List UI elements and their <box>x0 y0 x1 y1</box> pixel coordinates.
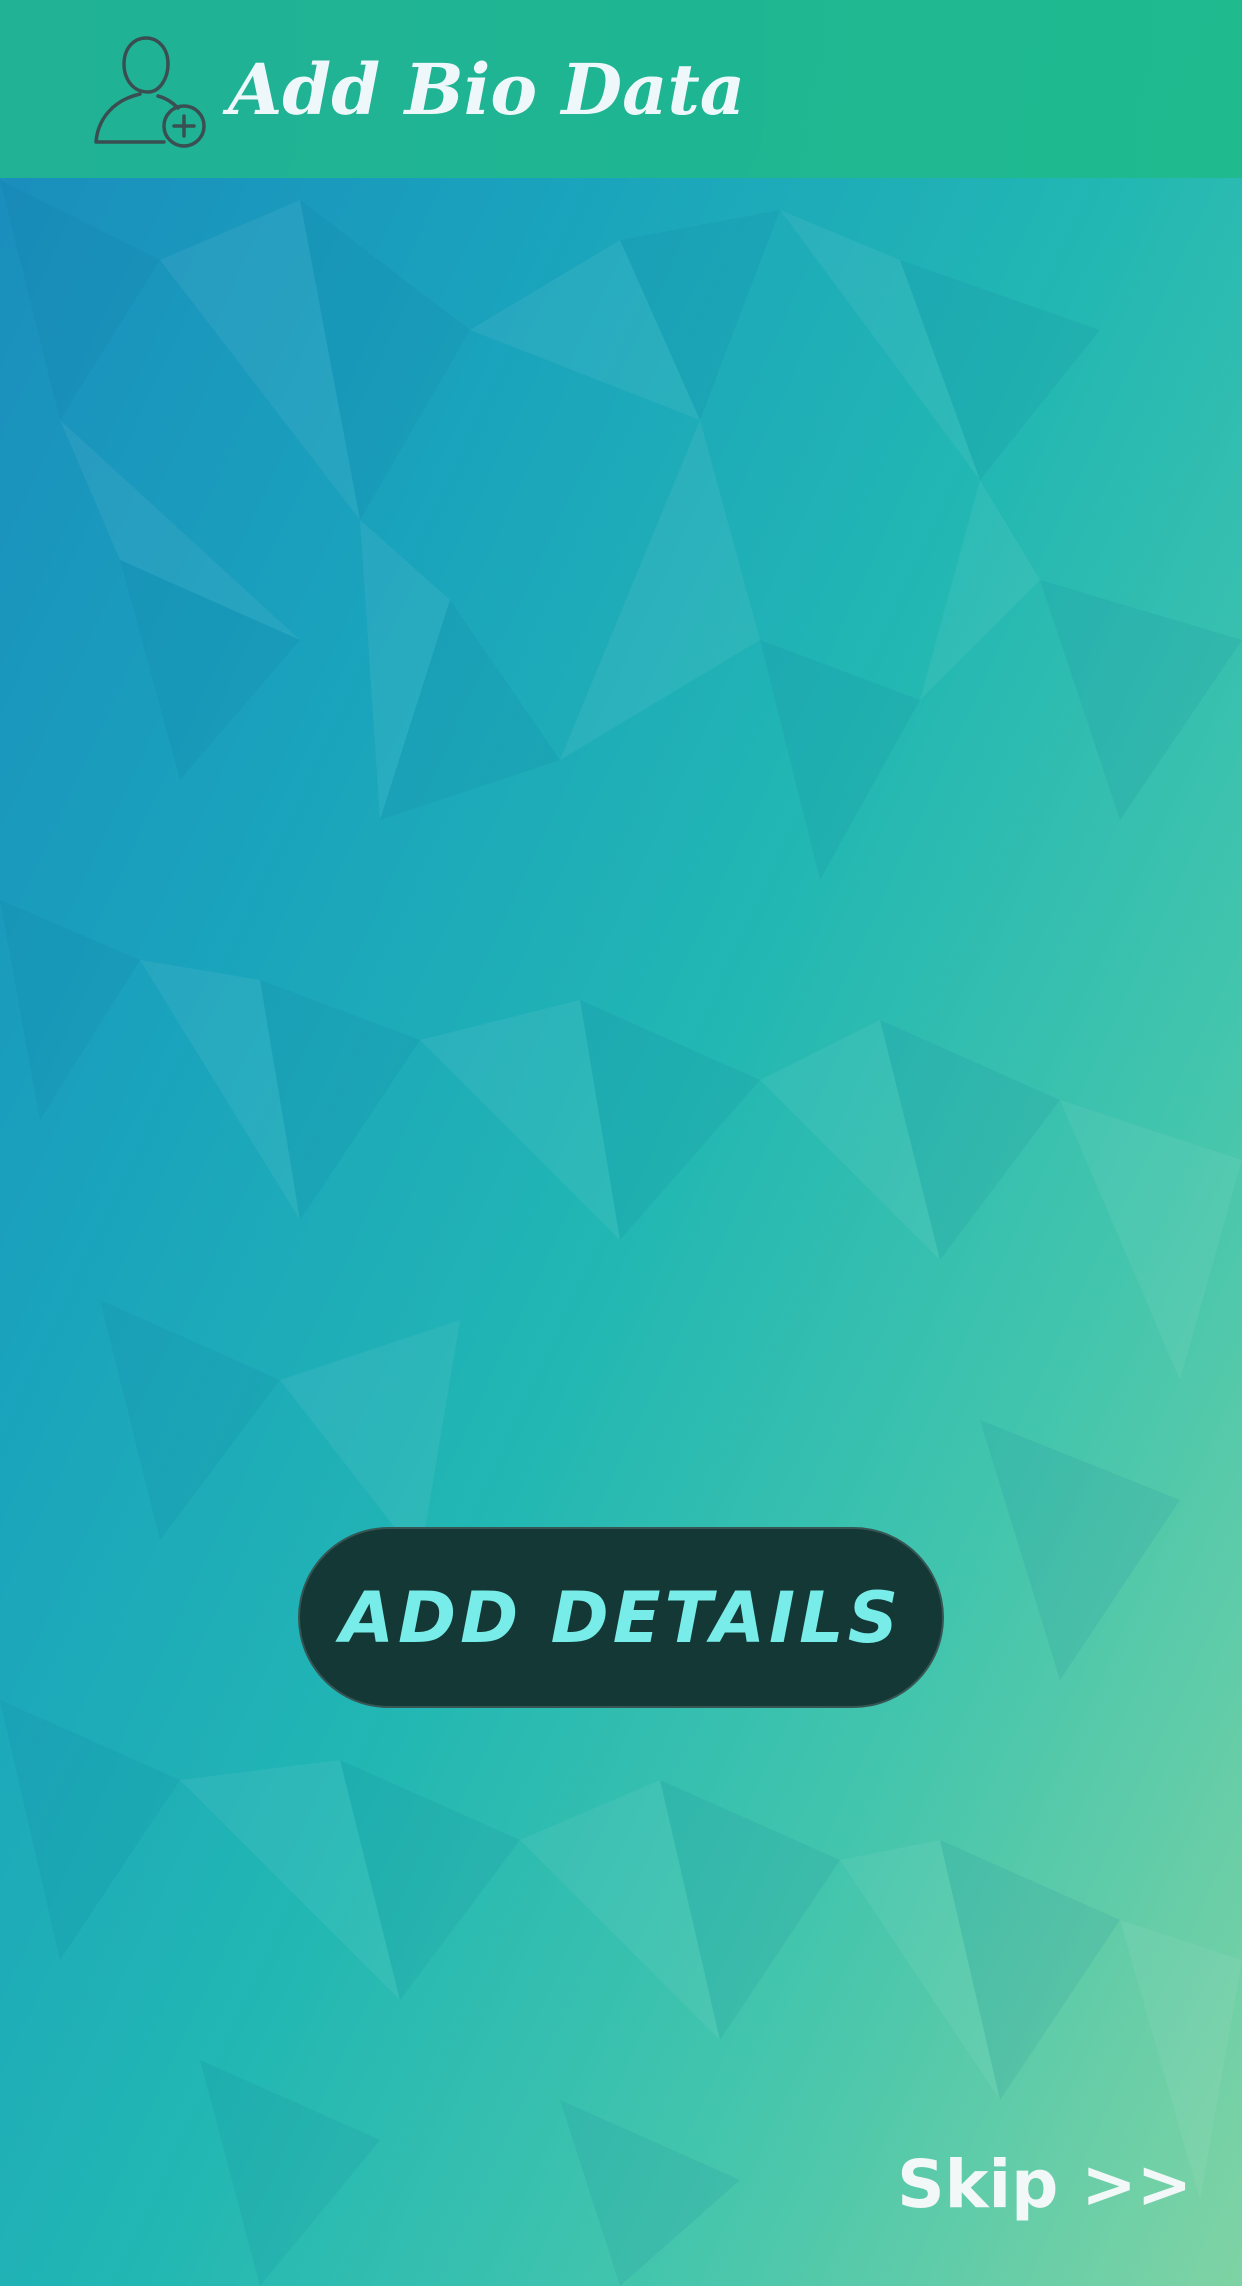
app-header: Add Bio Data <box>0 0 1242 178</box>
app-screen: Add Bio Data ADD DETAILS Skip >> <box>0 0 1242 2286</box>
polygon-background <box>0 180 1242 2286</box>
page-title: Add Bio Data <box>228 48 746 131</box>
skip-link[interactable]: Skip >> <box>897 2140 1192 2230</box>
add-details-label: ADD DETAILS <box>339 1576 903 1659</box>
add-user-icon <box>94 36 206 148</box>
add-details-button[interactable]: ADD DETAILS <box>298 1527 944 1708</box>
